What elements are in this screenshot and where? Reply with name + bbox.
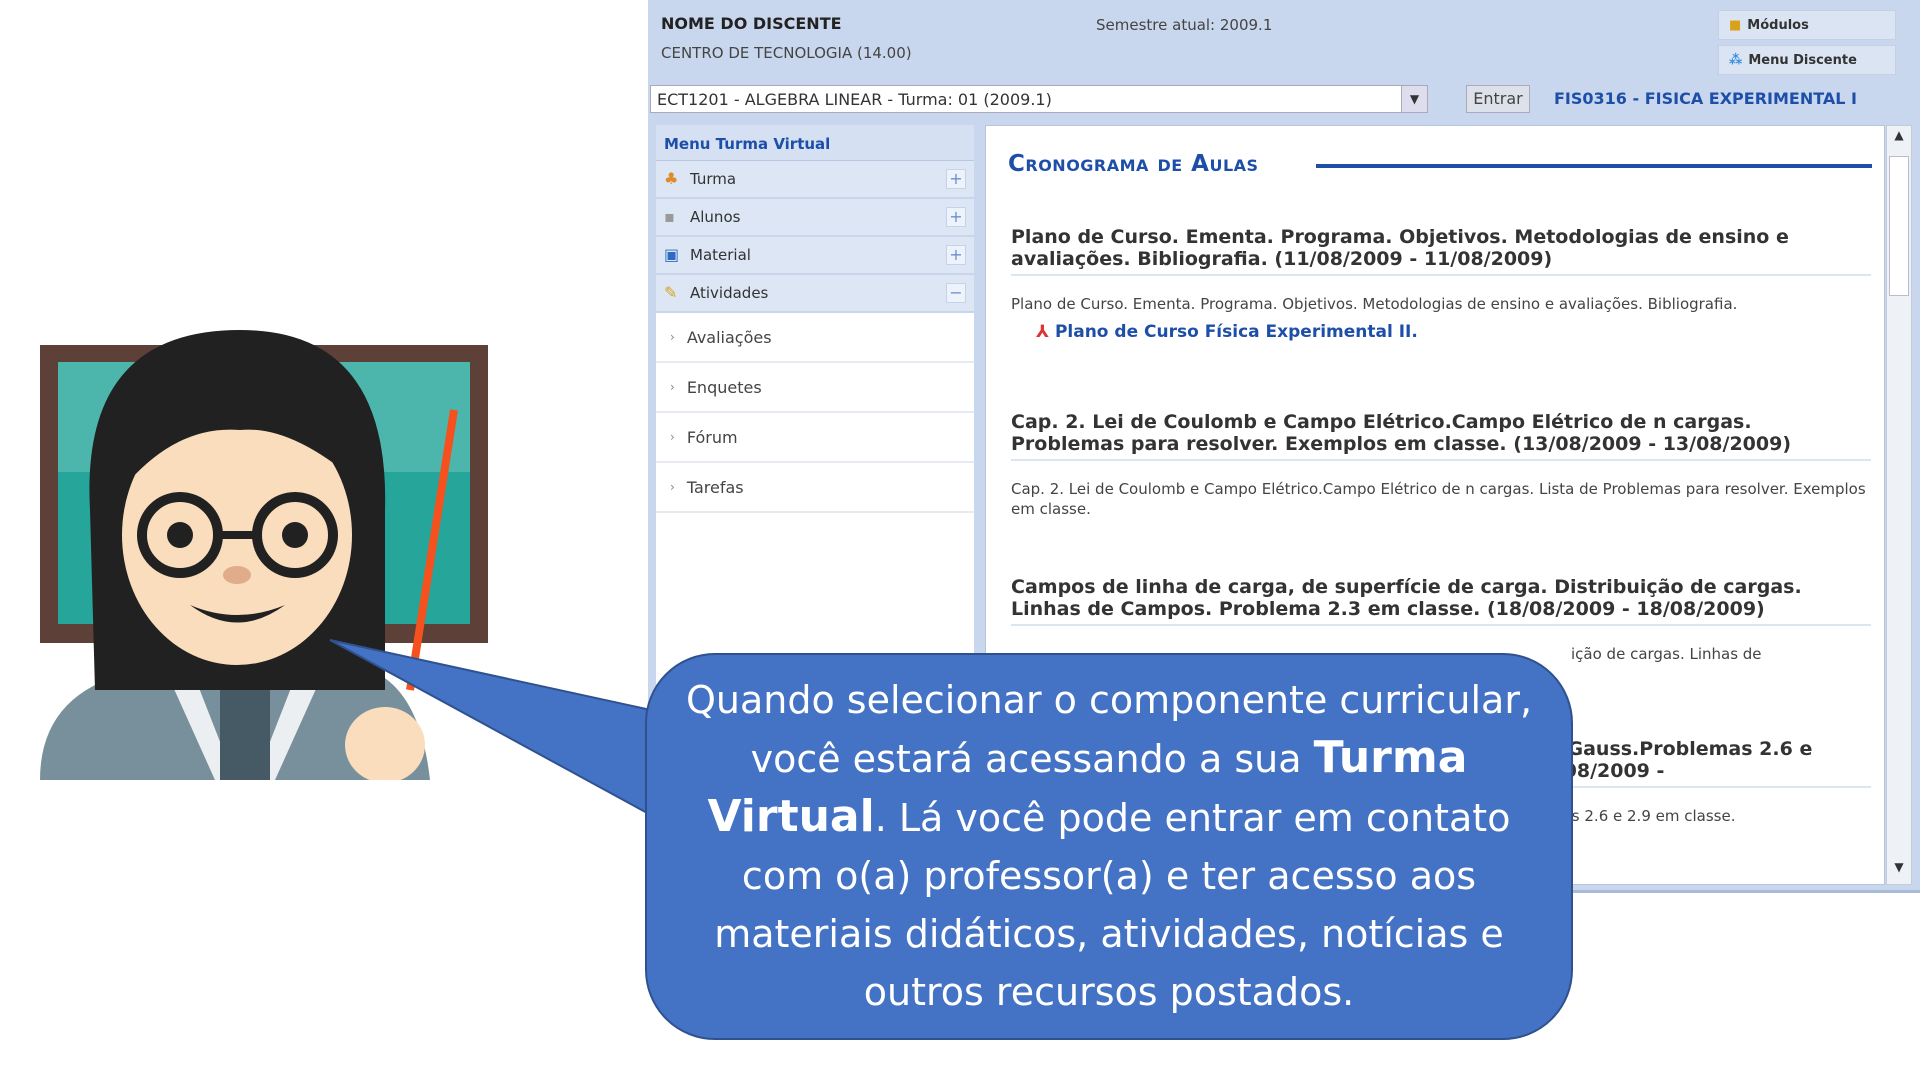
callout-bubble: Quando selecionar o componente curricula… xyxy=(645,653,1573,1040)
